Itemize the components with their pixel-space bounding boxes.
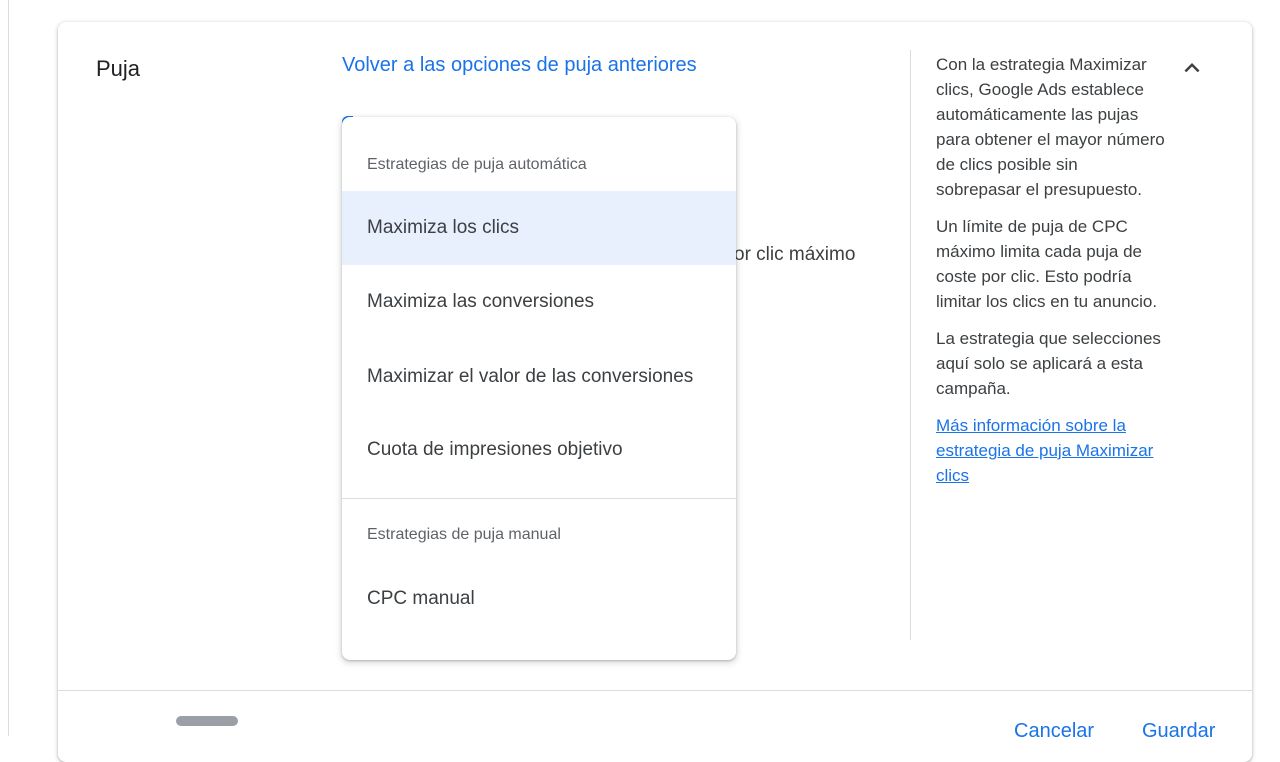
help-paragraph: Un límite de puja de CPC máximo limita c… <box>936 217 1158 311</box>
help-paragraph: La estrategia que selecciones aquí solo … <box>936 329 1161 398</box>
learn-more-link[interactable]: Más información sobre la estrategia de p… <box>936 416 1153 485</box>
menu-item-label: Maximizar el valor de las conversiones <box>367 366 694 387</box>
menu-item-manual-cpc[interactable]: CPC manual <box>342 562 736 636</box>
help-paragraph: Con la estrategia Maximizar clics, Googl… <box>936 55 1165 199</box>
menu-item-maximize-conversion-value[interactable]: Maximizar el valor de las conversiones <box>342 340 736 414</box>
cancel-button[interactable]: Cancelar <box>1014 720 1094 743</box>
manual-strategies-group-label: Estrategias de puja manual <box>367 526 561 543</box>
footer-divider <box>58 690 1252 691</box>
help-panel: Con la estrategia Maximizar clics, Googl… <box>936 52 1166 500</box>
hidden-max-cpc-label: or clic máximo <box>734 244 856 265</box>
section-title: Puja <box>96 56 141 81</box>
menu-item-label: CPC manual <box>367 588 475 609</box>
menu-item-target-impression-share[interactable]: Cuota de impresiones objetivo <box>342 413 736 487</box>
menu-divider <box>342 498 736 499</box>
drag-handle[interactable] <box>176 716 238 726</box>
bid-strategy-dropdown-menu: Estrategias de puja automática Maximiza … <box>342 117 736 660</box>
help-link-wrapper: Más información sobre la estrategia de p… <box>936 413 1166 488</box>
menu-item-label: Cuota de impresiones objetivo <box>367 439 623 460</box>
back-to-previous-bidding-link[interactable]: Volver a las opciones de puja anteriores <box>342 54 697 77</box>
collapse-section-button[interactable] <box>1170 50 1214 86</box>
vertical-divider <box>910 50 911 640</box>
menu-item-maximize-clicks[interactable]: Maximiza los clics <box>342 191 736 265</box>
automatic-strategies-group-label: Estrategias de puja automática <box>367 156 587 173</box>
save-button[interactable]: Guardar <box>1142 720 1215 743</box>
menu-item-label: Maximiza los clics <box>367 217 520 238</box>
menu-item-label: Maximiza las conversiones <box>367 291 595 312</box>
page-left-border <box>8 0 9 736</box>
menu-item-maximize-conversions[interactable]: Maximiza las conversiones <box>342 265 736 339</box>
chevron-up-icon <box>1184 63 1200 73</box>
